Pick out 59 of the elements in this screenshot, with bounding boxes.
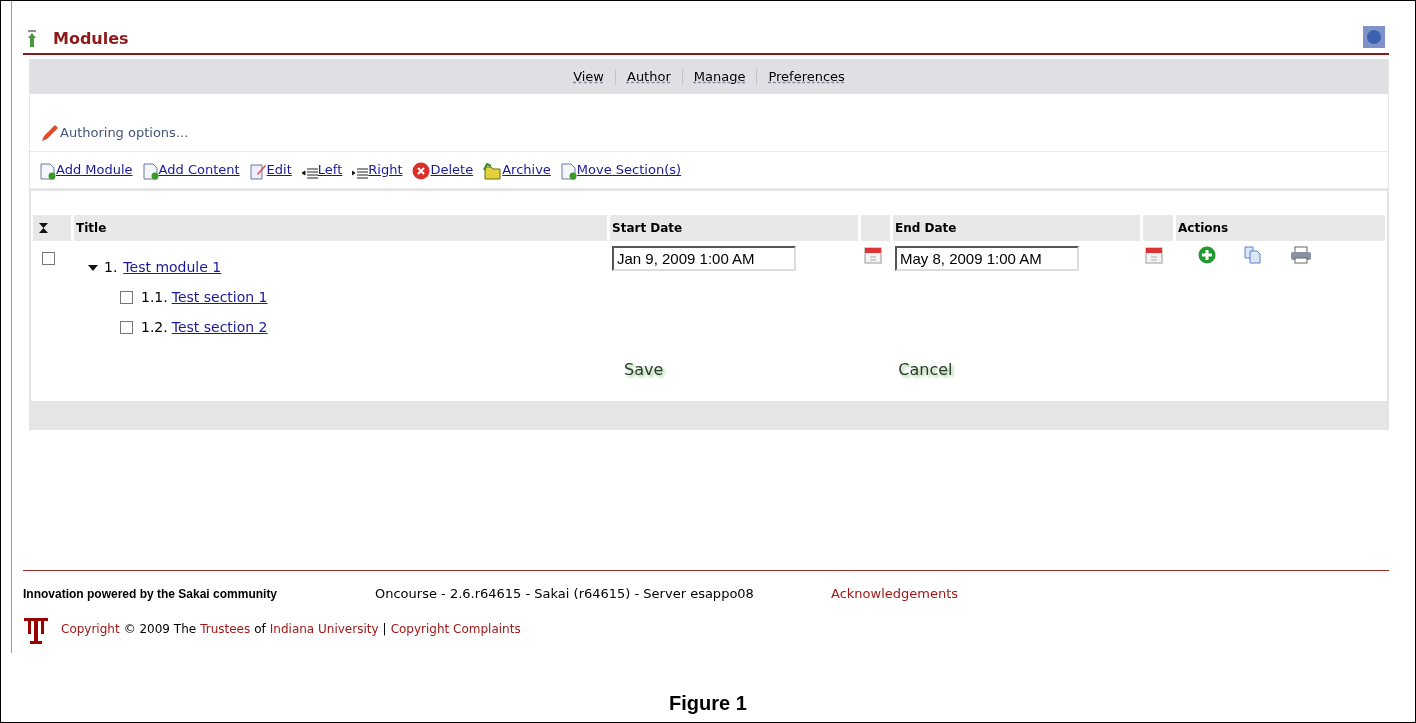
indent-right-icon bbox=[352, 167, 369, 180]
copyright-text: | bbox=[382, 620, 387, 638]
nav-link[interactable]: Author bbox=[627, 66, 671, 87]
checkbox[interactable] bbox=[120, 291, 133, 304]
section-link[interactable]: Test section 2 bbox=[171, 317, 268, 338]
nav-link[interactable]: Preferences bbox=[768, 66, 845, 87]
indent-left-icon bbox=[301, 167, 318, 180]
figure-caption: Figure 1 bbox=[669, 691, 747, 716]
toolbar-link[interactable]: Right bbox=[368, 160, 403, 180]
item-number: 1.2. bbox=[141, 318, 168, 337]
header-cell: Actions bbox=[1176, 215, 1385, 241]
expanded-triangle-icon[interactable] bbox=[88, 263, 98, 272]
up-arrow-icon[interactable] bbox=[27, 30, 37, 48]
header-cell: Title bbox=[74, 215, 607, 241]
toolbar-link[interactable]: Add Content bbox=[158, 160, 240, 180]
toolbar-link[interactable]: Left bbox=[317, 160, 343, 180]
copyright-link[interactable]: Copyright Complaints bbox=[390, 619, 521, 638]
pencil-icon bbox=[40, 124, 60, 142]
start-date-field[interactable]: Jan 9, 2009 1:00 AM bbox=[612, 246, 796, 271]
page-title: Modules bbox=[53, 28, 129, 50]
toolbar-link[interactable]: Delete bbox=[430, 160, 474, 180]
print-icon[interactable] bbox=[1290, 246, 1312, 264]
copyright-link[interactable]: Indiana University bbox=[269, 619, 379, 638]
checkbox[interactable] bbox=[120, 321, 133, 334]
edit-icon bbox=[249, 162, 267, 180]
header-cell: Start Date bbox=[610, 215, 858, 241]
checkbox[interactable] bbox=[42, 252, 55, 265]
end-date-field[interactable]: May 8, 2009 1:00 AM bbox=[895, 246, 1079, 271]
copyright-text: of bbox=[254, 620, 266, 638]
calendar-icon[interactable] bbox=[864, 246, 882, 264]
cancel-button[interactable]: Cancel bbox=[898, 358, 953, 382]
save-button[interactable]: Save bbox=[624, 358, 664, 382]
calendar-icon[interactable] bbox=[1145, 246, 1163, 264]
toolbar-link[interactable]: Archive bbox=[502, 160, 551, 180]
folder-icon bbox=[483, 161, 503, 180]
nav-link[interactable]: Manage bbox=[693, 66, 746, 87]
copyright-link[interactable]: Trustees bbox=[200, 619, 251, 638]
section-link[interactable]: Test section 1 bbox=[171, 287, 268, 308]
nav-link[interactable]: View bbox=[573, 66, 604, 87]
powered-by-text: Innovation powered by the Sakai community bbox=[23, 585, 279, 603]
copy-icon[interactable] bbox=[1244, 246, 1262, 264]
header-cell: End Date bbox=[893, 215, 1140, 241]
hourglass-icon[interactable] bbox=[39, 223, 48, 233]
toolbar-link[interactable]: Edit bbox=[266, 160, 292, 180]
document-icon bbox=[40, 162, 56, 180]
delete-icon bbox=[412, 161, 431, 180]
copyright-link[interactable]: Copyright bbox=[61, 619, 120, 638]
toolbar-link[interactable]: Move Section(s) bbox=[576, 160, 682, 180]
item-number: 1.1. bbox=[141, 288, 168, 307]
authoring-options-link[interactable]: Authoring options... bbox=[60, 122, 189, 142]
item-number: 1. bbox=[104, 258, 118, 277]
toolbar-link[interactable]: Add Module bbox=[56, 160, 133, 180]
add-icon[interactable] bbox=[1198, 246, 1216, 264]
acknowledgements-link[interactable]: Acknowledgements bbox=[831, 584, 959, 604]
document-icon bbox=[142, 162, 159, 180]
module-link[interactable]: Test module 1 bbox=[123, 257, 222, 278]
server-info: Oncourse - 2.6.r64615 - Sakai (r64615) - Server esappo08 bbox=[375, 585, 755, 603]
copyright-text: © 2009 The bbox=[123, 620, 197, 638]
document-icon bbox=[560, 162, 577, 180]
